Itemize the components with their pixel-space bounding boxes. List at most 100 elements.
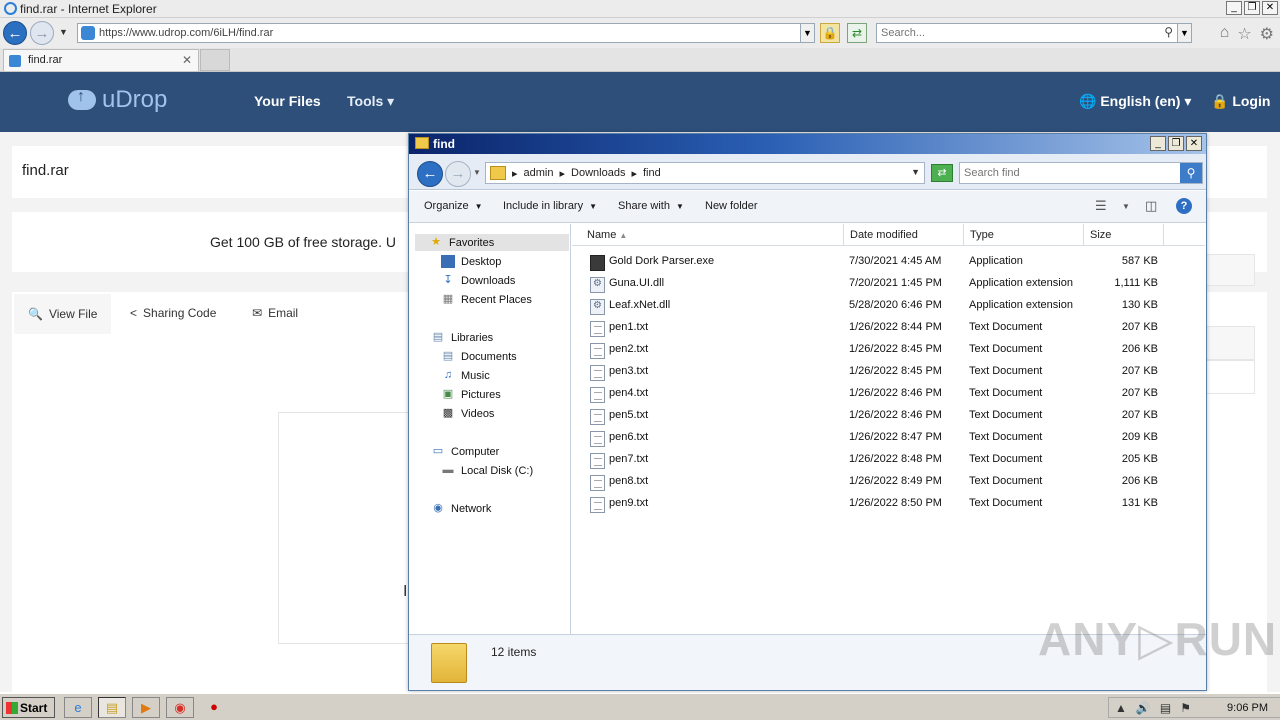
file-row[interactable]: pen9.txt 1/26/2022 8:50 PM Text Document 13… xyxy=(580,493,1200,513)
explorer-forward-button[interactable]: → xyxy=(445,161,471,187)
nav-documents[interactable]: ▤ Documents xyxy=(441,348,517,365)
file-row[interactable]: pen4.txt 1/26/2022 8:46 PM Text Document 20… xyxy=(580,383,1200,403)
explorer-close-button[interactable]: ✕ xyxy=(1186,136,1202,151)
nav-network[interactable]: ◉ Network xyxy=(431,500,491,517)
tray-expand-icon[interactable]: ▲ xyxy=(1115,701,1127,715)
nav-computer[interactable]: ▭ Computer xyxy=(431,443,500,460)
gear-icon[interactable]: ⚙ xyxy=(1260,24,1274,44)
breadcrumb[interactable]: ▸ admin ▸ Downloads ▸ find ▼ xyxy=(485,162,925,184)
nav-favorites[interactable]: ★ Favorites xyxy=(415,234,569,251)
file-size: 207 KB xyxy=(1121,409,1158,421)
file-row[interactable]: Leaf.xNet.dll 5/28/2020 6:46 PM Applicatio… xyxy=(580,295,1200,315)
file-row[interactable]: pen1.txt 1/26/2022 8:44 PM Text Document 20… xyxy=(580,317,1200,337)
file-size: 207 KB xyxy=(1121,365,1158,377)
site-logo[interactable]: uDrop xyxy=(68,86,167,114)
column-header-date[interactable]: Date modified xyxy=(844,224,964,246)
file-row[interactable]: pen7.txt 1/26/2022 8:48 PM Text Document 20… xyxy=(580,449,1200,469)
refresh-icon[interactable]: ⇄ xyxy=(931,164,953,182)
preview-pane-icon[interactable]: ◫ xyxy=(1145,198,1157,214)
favorites-star-icon[interactable]: ☆ xyxy=(1237,24,1251,44)
taskbar-chrome-icon[interactable]: ◉ xyxy=(166,697,194,718)
nav-desktop[interactable]: Desktop xyxy=(441,253,501,270)
forward-button[interactable]: → xyxy=(30,21,54,45)
breadcrumb-separator-icon[interactable]: ▸ xyxy=(631,167,637,180)
breadcrumb-separator-icon[interactable]: ▸ xyxy=(512,167,518,180)
breadcrumb-item[interactable]: admin xyxy=(524,167,554,180)
taskbar-stop-icon[interactable]: ● xyxy=(200,697,228,718)
network-tray-icon[interactable]: ▤ xyxy=(1160,701,1171,715)
ie-tab[interactable]: find.rar ✕ xyxy=(3,49,199,71)
nav-videos[interactable]: ▩ Videos xyxy=(441,405,495,422)
search-icon[interactable]: ⚲ xyxy=(1164,25,1173,39)
ie-search-input[interactable] xyxy=(881,26,1151,40)
view-dropdown-icon[interactable]: ▼ xyxy=(1122,202,1130,211)
videos-icon: ▩ xyxy=(442,407,454,419)
action-center-icon[interactable]: ⚑ xyxy=(1180,701,1191,715)
column-header-size[interactable]: Size xyxy=(1084,224,1164,246)
organize-button[interactable]: Organize ▼ xyxy=(424,200,483,212)
file-row[interactable]: pen6.txt 1/26/2022 8:47 PM Text Document 20… xyxy=(580,427,1200,447)
breadcrumb-separator-icon[interactable]: ▸ xyxy=(560,167,566,180)
breadcrumb-item[interactable]: Downloads xyxy=(571,167,625,180)
taskbar-media-player-icon[interactable]: ▶ xyxy=(132,697,160,718)
help-icon[interactable]: ? xyxy=(1176,198,1192,214)
address-url[interactable]: https://www.udrop.com/6iLH/find.rar xyxy=(99,27,273,39)
nav-libraries[interactable]: ▤ Libraries xyxy=(431,329,493,346)
login-link[interactable]: 🔒 Login xyxy=(1211,93,1270,110)
language-selector[interactable]: 🌐 English (en) ▾ xyxy=(1079,93,1191,110)
column-header-type[interactable]: Type xyxy=(964,224,1084,246)
breadcrumb-item[interactable]: find xyxy=(643,167,661,180)
new-tab-button[interactable] xyxy=(200,49,230,71)
new-folder-button[interactable]: New folder xyxy=(705,200,758,212)
file-row[interactable]: pen2.txt 1/26/2022 8:45 PM Text Document 20… xyxy=(580,339,1200,359)
explorer-minimize-button[interactable]: _ xyxy=(1150,136,1166,151)
start-button[interactable]: Start xyxy=(2,697,55,718)
file-row[interactable]: pen8.txt 1/26/2022 8:49 PM Text Document 20… xyxy=(580,471,1200,491)
lock-icon[interactable]: 🔒 xyxy=(820,23,840,43)
breadcrumb-dropdown-icon[interactable]: ▼ xyxy=(911,167,920,177)
history-dropdown-icon[interactable]: ▼ xyxy=(59,27,68,37)
maximize-button[interactable]: ❐ xyxy=(1244,1,1260,15)
column-header-name[interactable]: Name ▲ xyxy=(572,224,844,246)
tab-view-file[interactable]: 🔍 View File xyxy=(14,294,112,334)
explorer-search-box[interactable]: ⚲ xyxy=(959,162,1203,184)
back-button[interactable]: ← xyxy=(3,21,27,45)
column-header-extra[interactable] xyxy=(1164,224,1205,246)
tab-close-icon[interactable]: ✕ xyxy=(182,53,192,67)
ie-search-box[interactable]: ⚲ ▼ xyxy=(876,23,1192,43)
explorer-search-icon[interactable]: ⚲ xyxy=(1180,163,1202,183)
nav-recent-places[interactable]: ▦ Recent Places xyxy=(441,291,532,308)
search-dropdown-icon[interactable]: ▼ xyxy=(1177,24,1191,42)
address-dropdown-icon[interactable]: ▼ xyxy=(800,24,814,42)
minimize-button[interactable]: _ xyxy=(1226,1,1242,15)
address-bar[interactable]: https://www.udrop.com/6iLH/find.rar ▼ xyxy=(77,23,815,43)
network-icon: ◉ xyxy=(433,502,443,514)
file-row[interactable]: Gold Dork Parser.exe 7/30/2021 4:45 AM App… xyxy=(580,251,1200,271)
volume-icon[interactable]: 🔊 xyxy=(1136,701,1151,715)
home-icon[interactable]: ⌂ xyxy=(1220,24,1230,44)
recent-pages-dropdown-icon[interactable]: ▼ xyxy=(473,168,481,177)
nav-tools[interactable]: Tools ▾ xyxy=(347,93,394,110)
file-row[interactable]: pen5.txt 1/26/2022 8:46 PM Text Document 20… xyxy=(580,405,1200,425)
file-row[interactable]: pen3.txt 1/26/2022 8:45 PM Text Document 20… xyxy=(580,361,1200,381)
view-options-icon[interactable]: ☰ xyxy=(1095,198,1107,214)
explorer-maximize-button[interactable]: ❐ xyxy=(1168,136,1184,151)
explorer-search-input[interactable] xyxy=(964,166,1174,180)
nav-downloads[interactable]: ↧ Downloads xyxy=(441,272,515,289)
tab-email[interactable]: ✉ Email xyxy=(252,306,298,320)
nav-your-files[interactable]: Your Files xyxy=(254,93,321,109)
include-in-library-button[interactable]: Include in library ▼ xyxy=(503,200,597,212)
explorer-window: find _ ❐ ✕ ← → ▼ ▸ admin ▸ Downloads ▸ f… xyxy=(408,133,1207,691)
tab-sharing-code[interactable]: < Sharing Code xyxy=(130,306,216,320)
nav-music[interactable]: ♫ Music xyxy=(441,367,490,384)
clock[interactable]: 9:06 PM xyxy=(1227,702,1268,714)
file-row[interactable]: Guna.UI.dll 7/20/2021 1:45 PM Application … xyxy=(580,273,1200,293)
taskbar-explorer-icon[interactable]: ▤ xyxy=(98,697,126,718)
explorer-back-button[interactable]: ← xyxy=(417,161,443,187)
nav-local-disk[interactable]: ▬ Local Disk (C:) xyxy=(441,462,534,479)
compat-refresh-icon[interactable]: ⇄ xyxy=(847,23,867,43)
share-with-button[interactable]: Share with ▼ xyxy=(618,200,684,212)
taskbar-ie-icon[interactable]: e xyxy=(64,697,92,718)
nav-pictures[interactable]: ▣ Pictures xyxy=(441,386,501,403)
close-button[interactable]: ✕ xyxy=(1262,1,1278,15)
